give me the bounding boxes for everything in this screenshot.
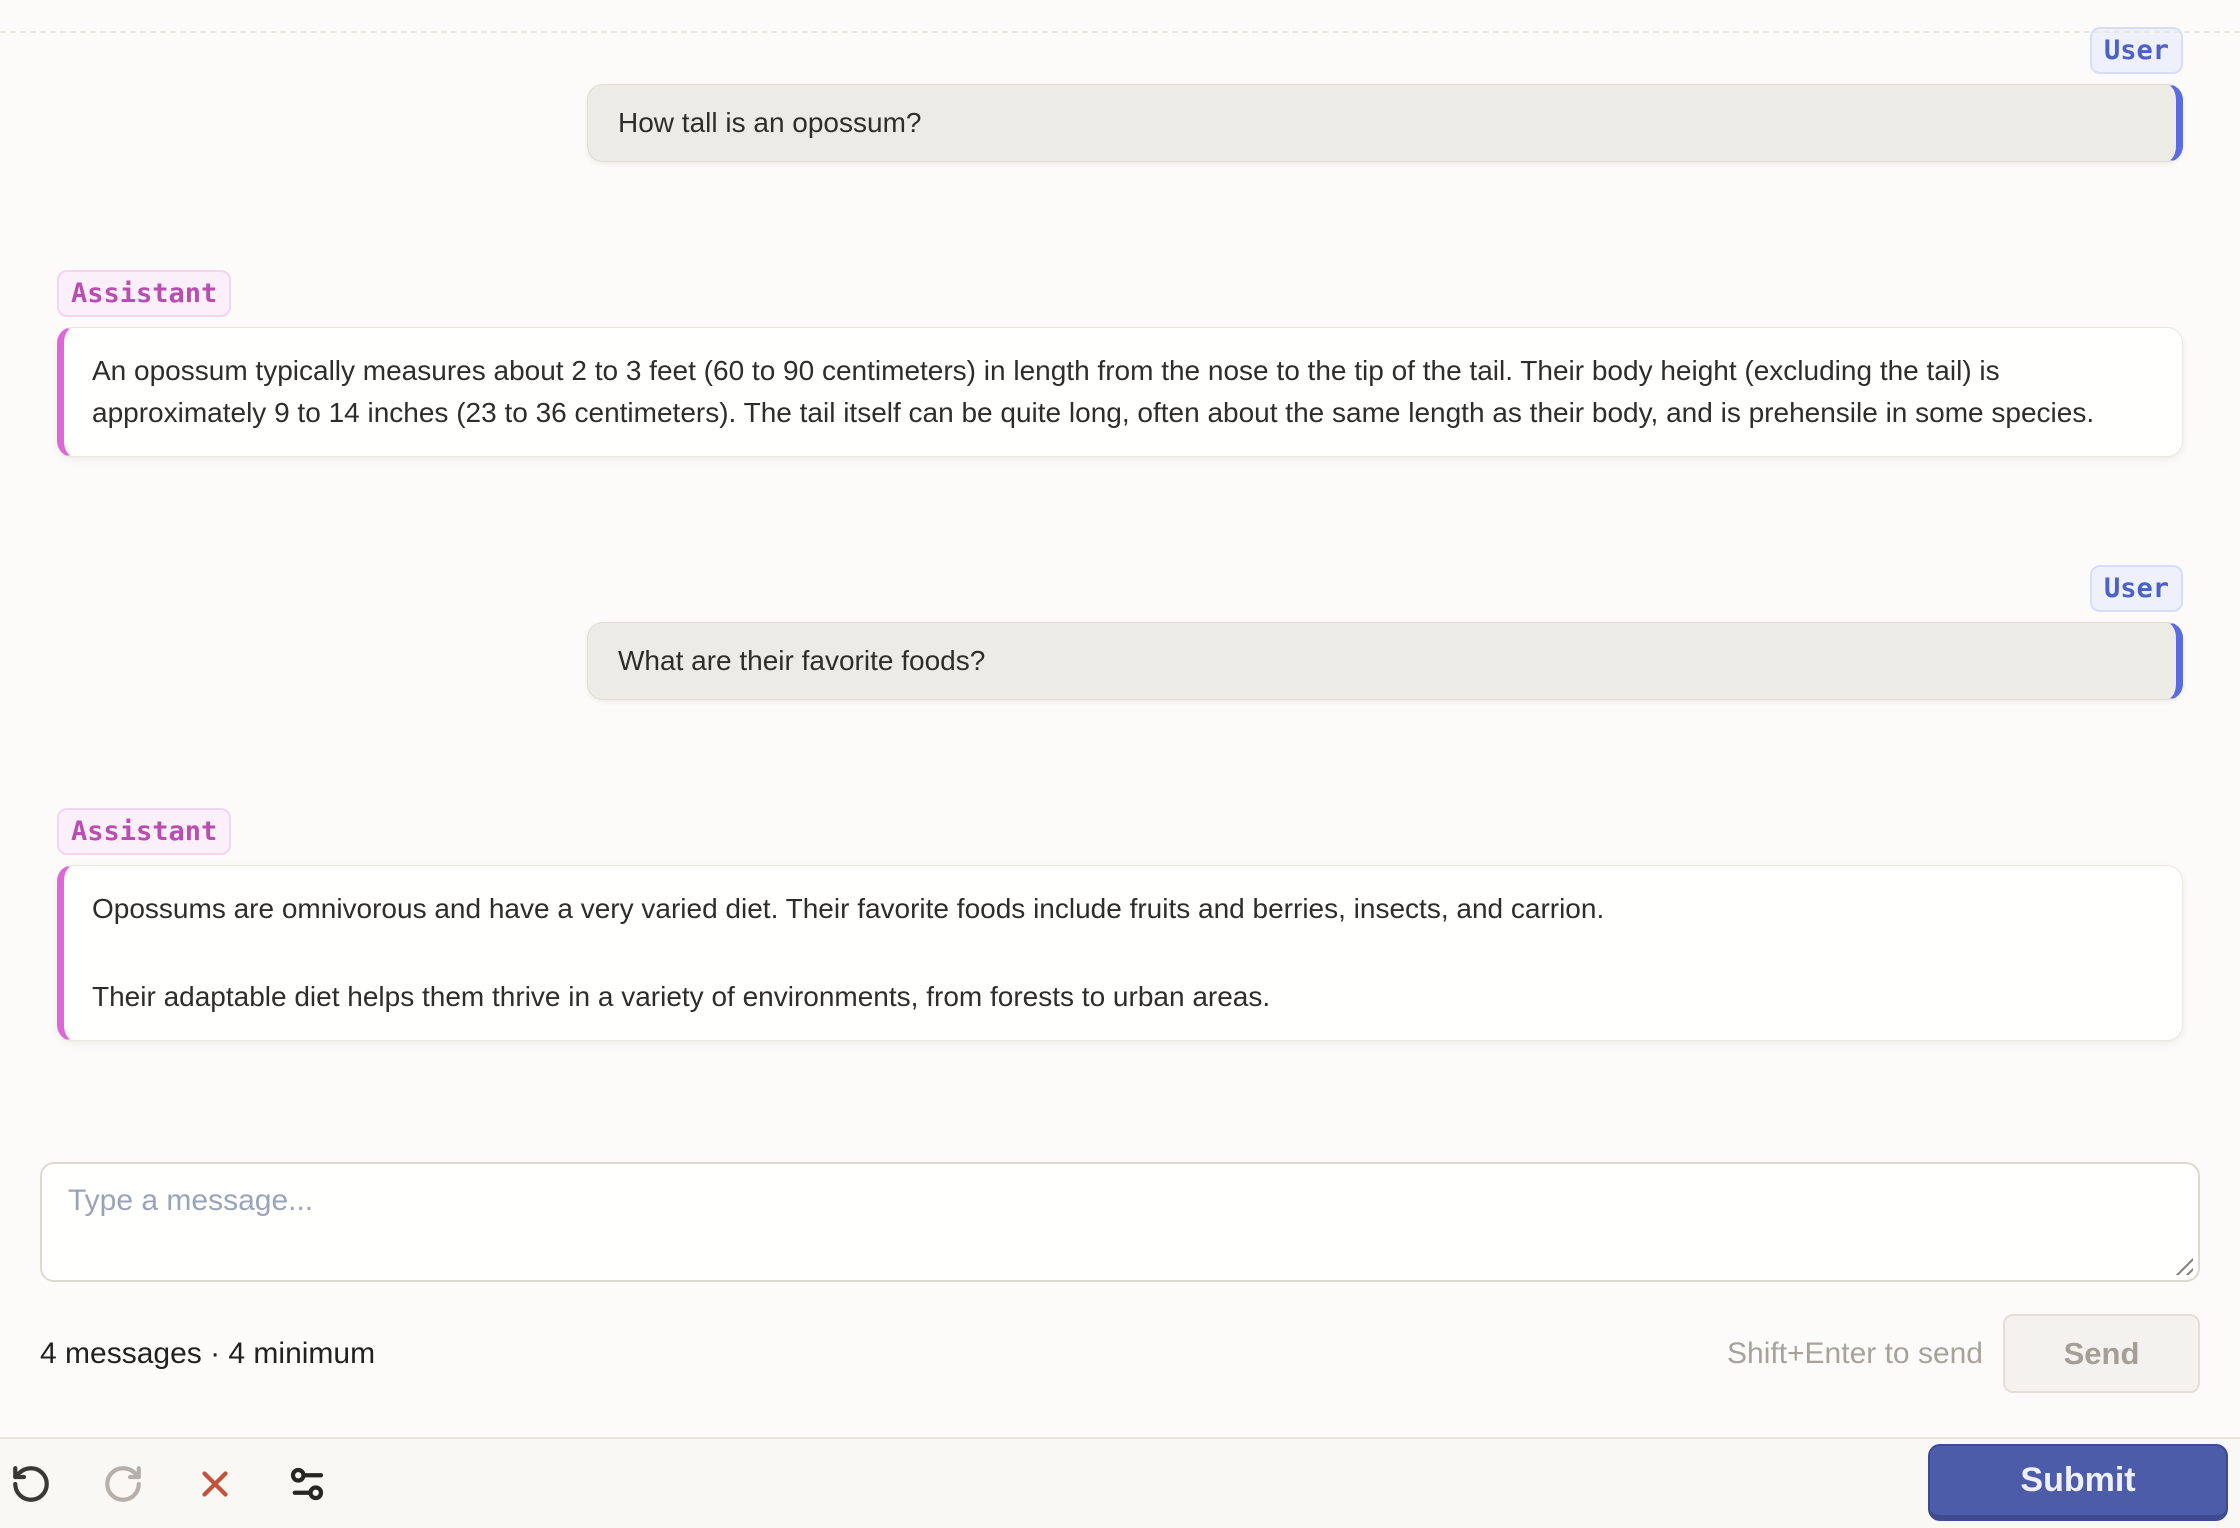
message-text: An opossum typically measures about 2 to…	[92, 355, 2095, 428]
message-assistant: Assistant An opossum typically measures a…	[57, 270, 2183, 457]
send-button[interactable]: Send	[2003, 1314, 2200, 1393]
message-list: User How tall is an opossum? Assistant An o…	[57, 27, 2183, 1041]
role-badge: Assistant	[57, 808, 232, 855]
close-icon	[202, 1470, 228, 1497]
message-input-wrap	[40, 1162, 2200, 1282]
redo-icon	[105, 1465, 141, 1502]
settings-button[interactable]	[279, 1456, 335, 1512]
message-user: User How tall is an opossum?	[57, 27, 2183, 162]
undo-button[interactable]	[3, 1456, 59, 1512]
role-badge: User	[2089, 565, 2183, 612]
role-badge: User	[2089, 27, 2183, 74]
message-input[interactable]	[40, 1162, 2200, 1282]
message-bubble: What are their favorite foods?	[587, 622, 2183, 700]
message-text: Opossums are omnivorous and have a very …	[92, 893, 1605, 924]
message-user: User What are their favorite foods?	[57, 565, 2183, 700]
composer: 4 messages · 4 minimum Shift+Enter to se…	[0, 1162, 2240, 1393]
top-divider	[0, 31, 2240, 33]
settings-sliders-icon	[290, 1467, 324, 1500]
message-text: Their adaptable diet helps them thrive i…	[92, 981, 1271, 1012]
message-text: What are their favorite foods?	[618, 645, 986, 676]
discard-button[interactable]	[187, 1456, 243, 1512]
send-shortcut-hint: Shift+Enter to send	[1727, 1336, 1983, 1370]
undo-icon	[13, 1465, 49, 1502]
composer-actions: Shift+Enter to send Send	[1727, 1314, 2200, 1393]
chat-transcript: User How tall is an opossum? Assistant An o…	[0, 0, 2240, 1041]
message-bubble: How tall is an opossum?	[587, 84, 2183, 162]
message-text: How tall is an opossum?	[618, 107, 922, 138]
message-bubble: Opossums are omnivorous and have a very …	[57, 865, 2183, 1041]
composer-status-row: 4 messages · 4 minimum Shift+Enter to se…	[40, 1314, 2200, 1393]
submit-button[interactable]: Submit	[1928, 1444, 2228, 1521]
bottom-toolbar: Submit	[0, 1437, 2240, 1528]
role-badge: Assistant	[57, 270, 232, 317]
redo-button[interactable]	[95, 1456, 151, 1512]
message-count-status: 4 messages · 4 minimum	[40, 1336, 376, 1370]
message-bubble: An opossum typically measures about 2 to…	[57, 327, 2183, 457]
message-assistant: Assistant Opossums are omnivorous and hav…	[57, 808, 2183, 1041]
